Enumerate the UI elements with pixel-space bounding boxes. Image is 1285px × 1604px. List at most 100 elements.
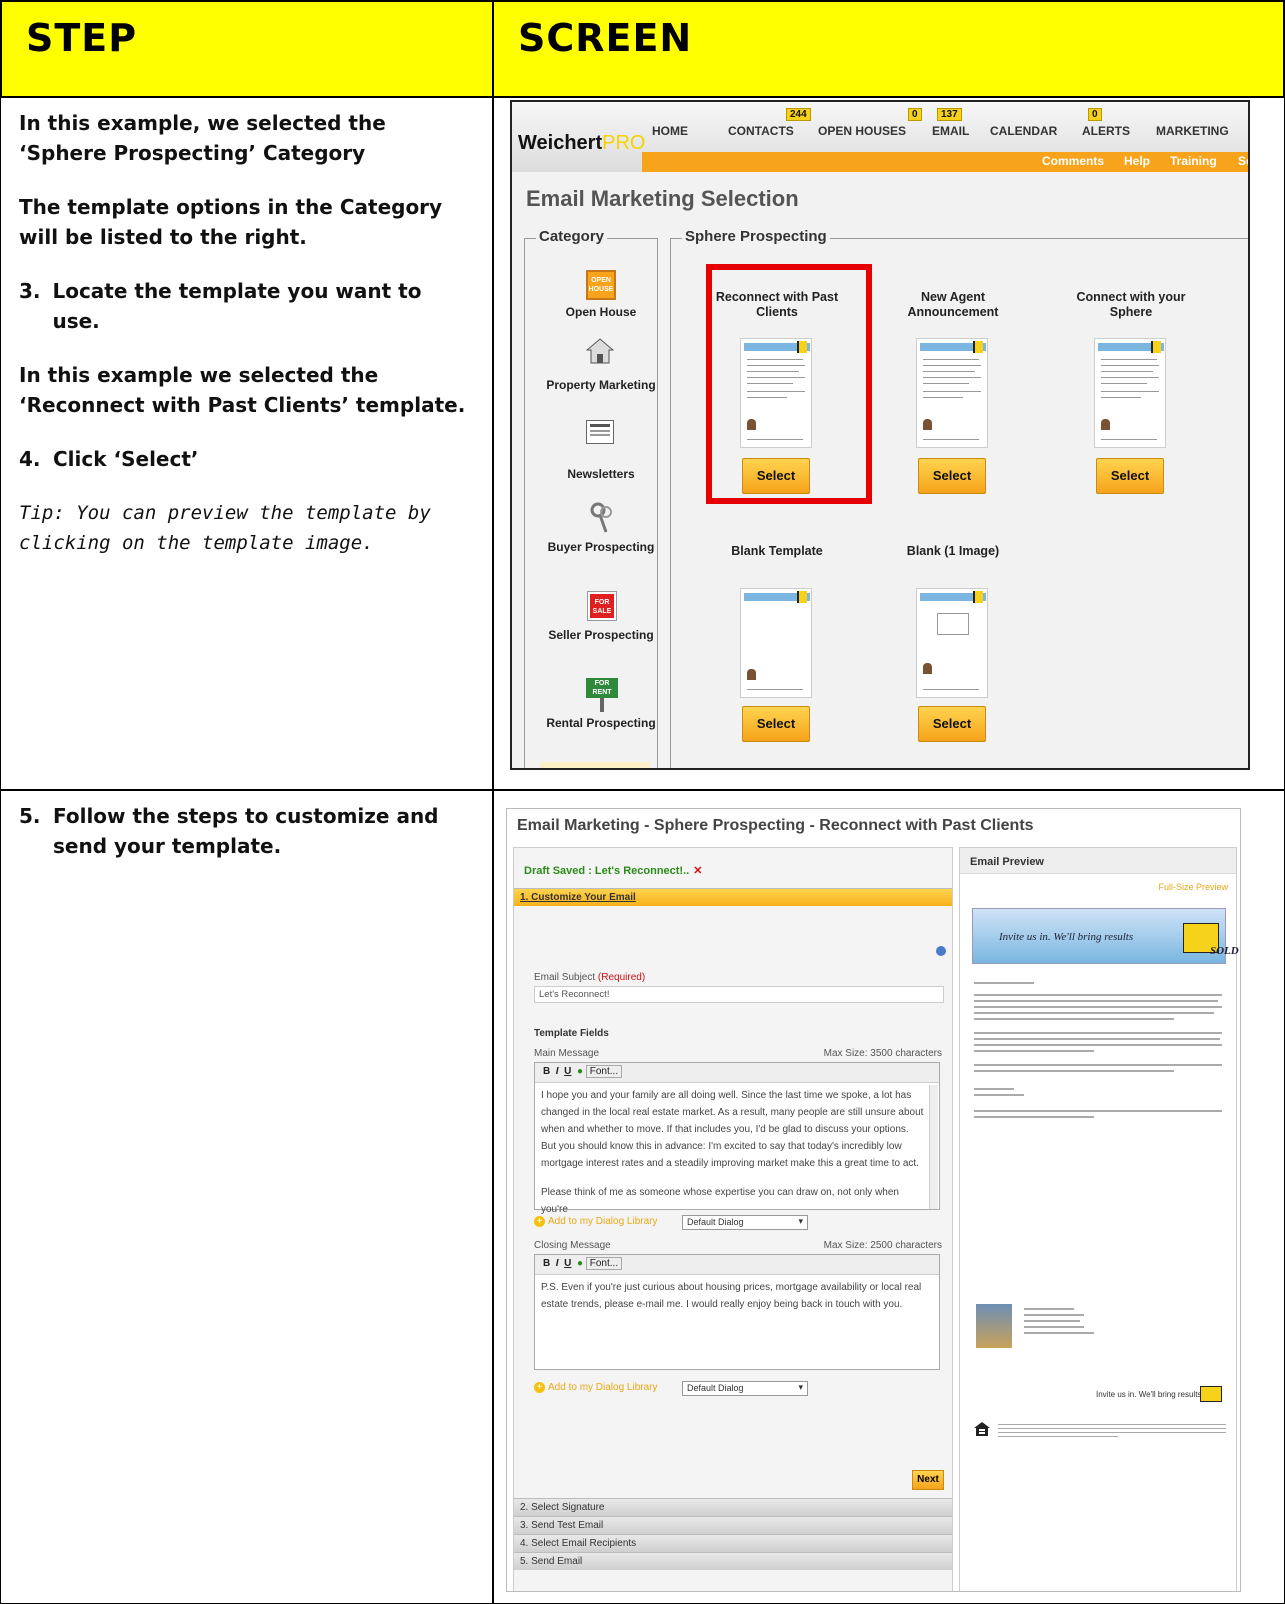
subnav-more[interactable]: Se (1238, 154, 1248, 168)
underline-icon[interactable]: U (564, 1258, 571, 1269)
plus-icon: + (534, 1216, 545, 1227)
delete-draft-icon[interactable]: ✕ (693, 865, 702, 877)
header-screen-cell: SCREEN (492, 0, 1285, 98)
full-size-preview-link[interactable]: Full-Size Preview (1158, 882, 1228, 892)
template-title-blank: Blank Template (731, 544, 823, 558)
page-title: Email Marketing Selection (526, 186, 799, 211)
main-editor-toolbar: B I U ● Font... (535, 1063, 939, 1083)
top-navigation: WeichertPRO HOME 244 CONTACTS OPEN HOUSE… (512, 102, 1248, 172)
category-open-house[interactable]: Open House (541, 305, 661, 319)
category-seller-prospecting[interactable]: Seller Prospecting (541, 628, 661, 643)
nav-calendar[interactable]: CALENDAR (990, 124, 1057, 138)
nav-alerts[interactable]: ALERTS (1082, 124, 1130, 138)
subject-required: (Required) (597, 972, 646, 983)
underline-icon[interactable]: U (564, 1066, 571, 1077)
template-thumbnail-connect-sphere[interactable] (1094, 338, 1166, 448)
chevron-down-icon: ▾ (798, 1216, 803, 1226)
email-preview-title: Email Preview (960, 848, 1236, 874)
add-to-library-link-1[interactable]: + Add to my Dialog Library (534, 1216, 658, 1227)
step-para-1: In this example, we selected the ‘Sphere… (19, 111, 386, 165)
category-rental-prospecting[interactable]: Rental Prospecting (541, 716, 661, 731)
italic-icon[interactable]: I (556, 1258, 559, 1269)
main-message-editor[interactable]: B I U ● Font... I hope you and your fami… (534, 1062, 940, 1215)
footer-tagline: Invite us in. We'll bring results. (1096, 1390, 1204, 1399)
link-icon[interactable]: ● (577, 1258, 583, 1269)
nav-home[interactable]: HOME (652, 124, 688, 138)
add-to-library-link-2[interactable]: + Add to my Dialog Library (534, 1382, 658, 1393)
italic-icon[interactable]: I (556, 1066, 559, 1077)
newspaper-icon (586, 420, 614, 444)
dialog-dropdown-1[interactable]: Default Dialog ▾ (682, 1215, 808, 1230)
main-message-max: Max Size: 3500 characters (823, 1048, 942, 1059)
closing-editor-toolbar: B I U ● Font... (535, 1255, 939, 1275)
sub-navigation: Comments Help Training Se (642, 152, 1248, 172)
category-property-marketing[interactable]: Property Marketing (541, 378, 661, 393)
subnav-comments[interactable]: Comments (1042, 154, 1104, 168)
dialog-dropdown-2[interactable]: Default Dialog ▾ (682, 1381, 808, 1396)
subject-input[interactable]: Let's Reconnect! (534, 986, 944, 1003)
add-library-text-2: Add to my Dialog Library (548, 1382, 658, 1393)
chevron-down-icon: ▾ (798, 1382, 803, 1392)
for-rent-sign-icon: FOR RENT (586, 678, 618, 712)
contacts-badge: 244 (786, 108, 811, 121)
step-5-header[interactable]: 5. Send Email (514, 1552, 952, 1570)
rent-sign-text: FOR RENT (592, 680, 612, 696)
template-thumbnail-new-agent[interactable] (916, 338, 988, 448)
step-2-header[interactable]: 2. Select Signature (514, 1498, 952, 1516)
step-item-4: 4. Click ‘Select’ (19, 444, 469, 474)
agent-photo (976, 1304, 1012, 1348)
step-item-4-text: Click ‘Select’ (53, 447, 199, 471)
step-para-2: The template options in the Category wil… (19, 195, 443, 249)
step-item-5-num: 5. (19, 804, 41, 828)
bold-icon[interactable]: B (543, 1066, 550, 1077)
select-button-blank-1-image[interactable]: Select (918, 706, 986, 742)
subject-label: Email Subject (Required) (534, 972, 645, 983)
step-item-3-num: 3. (19, 279, 41, 303)
template-thumbnail-blank-1-image[interactable] (916, 588, 988, 698)
house-icon (585, 338, 615, 364)
subnav-help[interactable]: Help (1124, 154, 1150, 168)
closing-message-text: P.S. Even if you're just curious about h… (541, 1282, 922, 1310)
template-thumbnail-blank[interactable] (740, 588, 812, 698)
dialog-dropdown-1-value: Default Dialog (687, 1217, 744, 1227)
keys-icon (590, 502, 614, 534)
nav-contacts[interactable]: CONTACTS (728, 124, 794, 138)
step-1-header[interactable]: 1. Customize Your Email (514, 888, 952, 906)
main-editor-scrollbar[interactable] (929, 1085, 938, 1209)
for-sale-sign-icon: FOR SALE (587, 591, 617, 621)
dialog-dropdown-2-value: Default Dialog (687, 1383, 744, 1393)
help-icon[interactable] (936, 946, 946, 956)
select-button-new-agent[interactable]: Select (918, 458, 986, 494)
email-preview-panel: Email Preview Full-Size Preview Invite u… (959, 847, 1239, 1591)
nav-email[interactable]: EMAIL (932, 124, 969, 138)
document-table: STEP SCREEN In this example, we selected… (0, 0, 1285, 1604)
link-icon[interactable]: ● (577, 1066, 583, 1077)
step-4-header[interactable]: 4. Select Email Recipients (514, 1534, 952, 1552)
step-para-3: In this example we selected the ‘Reconne… (19, 363, 466, 417)
select-button-blank[interactable]: Select (742, 706, 810, 742)
bold-icon[interactable]: B (543, 1258, 550, 1269)
nav-open-houses[interactable]: OPEN HOUSES (818, 124, 906, 138)
weichert-pro-logo: WeichertPRO (518, 132, 645, 155)
subnav-training[interactable]: Training (1170, 154, 1217, 168)
closing-message-editor[interactable]: B I U ● Font... P.S. Even if you're just… (534, 1254, 940, 1370)
template-title-new-agent: New Agent Announcement (907, 290, 999, 319)
select-button-connect-sphere[interactable]: Select (1096, 458, 1164, 494)
nav-marketing[interactable]: MARKETING (1156, 124, 1229, 138)
next-button[interactable]: Next (912, 1470, 944, 1490)
category-buyer-prospecting[interactable]: Buyer Prospecting (541, 540, 661, 555)
step-item-4-num: 4. (19, 447, 41, 471)
weichert-logo (1200, 1386, 1222, 1402)
font-dropdown[interactable]: Font... (585, 1065, 623, 1078)
step-3-header[interactable]: 3. Send Test Email (514, 1516, 952, 1534)
font-dropdown[interactable]: Font... (585, 1257, 623, 1270)
add-library-text-1: Add to my Dialog Library (548, 1216, 658, 1227)
highlight-box (706, 264, 872, 504)
open-sign-text: OPEN HOUSE (588, 277, 614, 293)
sold-sign-icon: SOLD (1183, 923, 1239, 957)
sale-sign-text: FOR SALE (592, 599, 612, 615)
logo-sub-text: PRO (602, 132, 646, 154)
step-item-5-text: Follow the steps to customize and send y… (53, 804, 439, 858)
category-newsletters[interactable]: Newsletters (541, 467, 661, 481)
sphere-legend: Sphere Prospecting (682, 228, 830, 245)
